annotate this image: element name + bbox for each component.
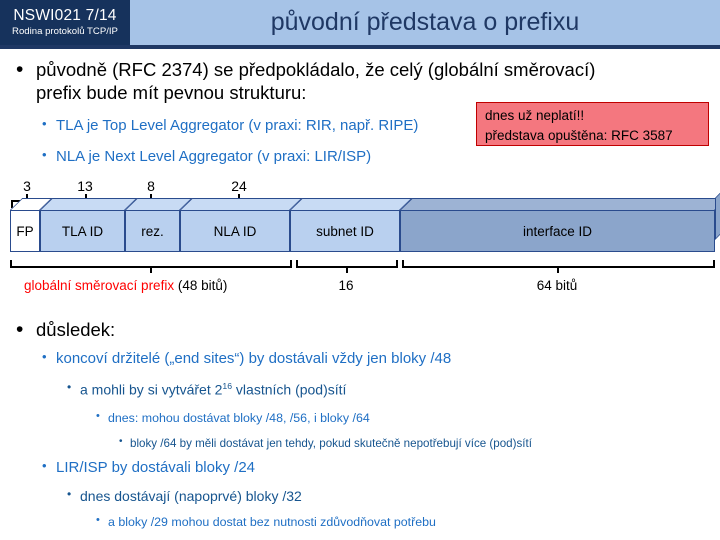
label-global-prefix-red: globální směrovací prefix: [24, 278, 175, 293]
bracket-tick: [346, 268, 348, 273]
bullet-main-1-line-1: původně (RFC 2374) se předpokládalo, že …: [36, 59, 596, 80]
segment-rez: rez.: [125, 210, 180, 252]
slide: NSWI021 7/14 Rodina protokolů TCP/IP pův…: [0, 0, 720, 540]
bullet-lir-isp-label: LIR/ISP by dostávali bloky /24: [56, 459, 255, 476]
bullet-dot: •: [119, 436, 123, 447]
bracket-global-prefix: [10, 260, 292, 268]
bullet-end-sites-label: koncoví držitelé („end sites“) by dostáv…: [56, 350, 452, 367]
warning-note-line-1: dnes už neplatí!!: [485, 108, 585, 123]
bullet-dot: •: [96, 514, 100, 526]
segment-interface-id: interface ID: [400, 210, 715, 252]
course-logo-box: NSWI021 7/14 Rodina protokolů TCP/IP: [0, 0, 130, 45]
bullet-today-32-label: dnes dostávají (napoprvé) bloky /32: [80, 488, 302, 504]
warning-note: dnes už neplatí!! představa opuštěna: RF…: [476, 102, 709, 146]
bullet-dot: •: [42, 147, 47, 162]
bullet-subnets-post: vlastních (pod)sítí: [232, 381, 347, 398]
bracket-interface: [402, 260, 715, 268]
bullet-today-32: • dnes dostávají (napoprvé) bloky /32: [67, 487, 302, 506]
prefix-structure-diagram: 3 13 8 24 FP TLA ID rez. NLA ID subnet I…: [0, 178, 720, 302]
bracket-subnet: [296, 260, 398, 268]
course-name: Rodina protokolů TCP/IP: [12, 25, 118, 37]
warning-note-line-2: představa opuštěna: RFC 3587: [485, 127, 673, 143]
bullet-end-sites: • koncoví držitelé („end sites“) by dost…: [42, 349, 452, 369]
label-interface-bits: 64 bitů: [536, 278, 578, 293]
page-title: původní představa o prefixu: [270, 8, 580, 36]
segment-side-face-interface: [715, 185, 720, 240]
bullet-subnets-pre: a mohli by si vytvářet 2: [80, 381, 223, 398]
segment-top-face-nla: [180, 198, 303, 210]
label-subnet-bits: 16: [338, 278, 354, 293]
bullet-sub-tla: • TLA je Top Level Aggregator (v praxi: …: [42, 116, 419, 136]
bullet-dot: •: [67, 380, 72, 394]
bullet-dot: •: [96, 410, 100, 422]
bits-label-13: 13: [77, 178, 93, 194]
bullet-today-blocks: • dnes: mohou dostávat bloky /48, /56, i…: [96, 410, 370, 427]
segment-fp: FP: [10, 210, 40, 252]
bullet-dot: •: [42, 458, 47, 473]
slide-header: NSWI021 7/14 Rodina protokolů TCP/IP pův…: [0, 0, 720, 45]
bits-label-24: 24: [231, 178, 247, 194]
segment-top-face-interface: [400, 198, 720, 210]
bullet-sub-nla-label: NLA je Next Level Aggregator (v praxi: L…: [56, 148, 372, 165]
bullet-29-blocks-label: a bloky /29 mohou dostat bez nutnosti zd…: [108, 515, 436, 529]
bullet-dot: •: [42, 116, 47, 131]
segment-tla-id: TLA ID: [40, 210, 125, 252]
segment-nla-id: NLA ID: [180, 210, 290, 252]
bullet-subnets-exponent: 16: [222, 381, 233, 391]
bullet-main-2-label: důsledek:: [36, 319, 116, 340]
bullet-sub-nla: • NLA je Next Level Aggregator (v praxi:…: [42, 147, 372, 167]
bullet-lir-isp: • LIR/ISP by dostávali bloky /24: [42, 458, 255, 478]
segment-top-face-subnet: [290, 198, 413, 210]
bullet-dot: •: [16, 318, 24, 341]
bracket-tick: [150, 268, 152, 273]
bullet-dot: •: [16, 58, 24, 81]
bracket-tick: [557, 268, 559, 273]
bullet-subnets-2-16: • a mohli by si vytvářet 216 vlastních (…: [67, 380, 347, 399]
bullet-dot: •: [67, 487, 72, 501]
segment-top-face-tla: [40, 198, 138, 210]
header-divider: [0, 45, 720, 49]
label-global-prefix: globální směrovací prefix (48 bitů): [24, 278, 227, 293]
segment-subnet-id: subnet ID: [290, 210, 400, 252]
bullet-64-blocks: • bloky /64 by měli dostávat jen tehdy, …: [119, 436, 532, 451]
bullet-main-1: • původně (RFC 2374) se předpokládalo, ž…: [16, 58, 696, 105]
bullet-today-blocks-label: dnes: mohou dostávat bloky /48, /56, i b…: [108, 411, 370, 425]
bullet-29-blocks: • a bloky /29 mohou dostat bez nutnosti …: [96, 514, 436, 531]
bits-label-3: 3: [23, 178, 31, 194]
bullet-sub-tla-label: TLA je Top Level Aggregator (v praxi: RI…: [56, 117, 419, 134]
label-global-prefix-bits: (48 bitů): [174, 278, 228, 293]
bullet-dot: •: [42, 349, 47, 364]
course-code: NSWI021 7/14: [13, 7, 117, 25]
bits-label-8: 8: [147, 178, 155, 194]
bullet-main-2: • důsledek:: [16, 318, 116, 341]
bullet-64-blocks-label: bloky /64 by měli dostávat jen tehdy, po…: [130, 437, 532, 450]
